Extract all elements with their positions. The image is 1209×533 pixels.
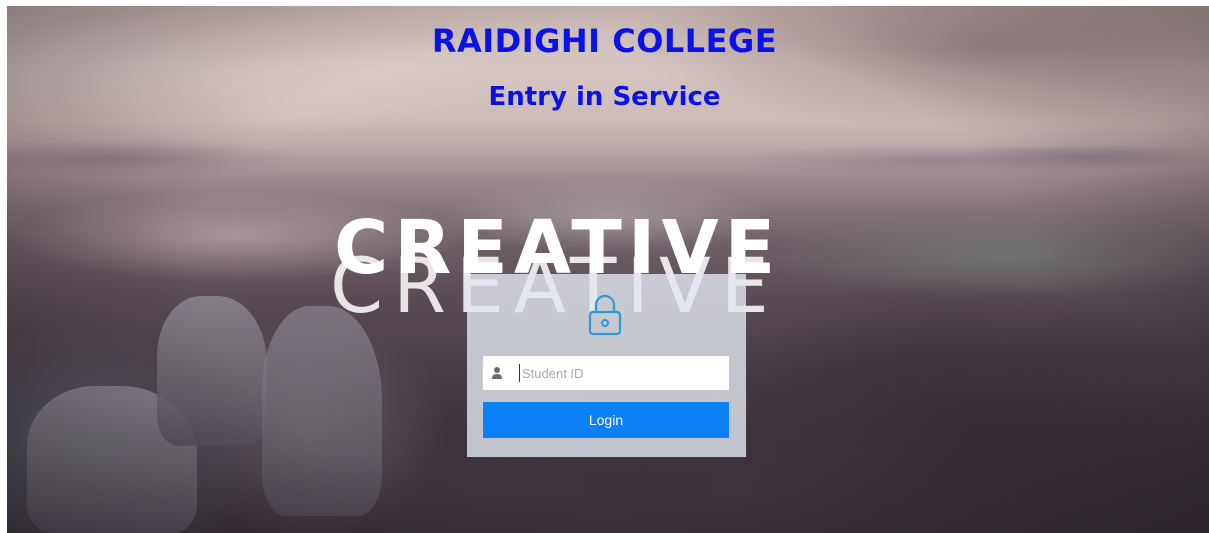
student-id-input[interactable]	[519, 364, 724, 382]
login-button[interactable]: Login	[483, 402, 729, 438]
user-icon	[491, 366, 503, 380]
lock-icon	[587, 293, 623, 337]
page-title: RAIDIGHI COLLEGE	[431, 22, 778, 60]
student-id-field[interactable]	[483, 356, 729, 390]
page-subtitle: Entry in Service	[488, 82, 721, 112]
login-panel: Login	[467, 274, 746, 457]
